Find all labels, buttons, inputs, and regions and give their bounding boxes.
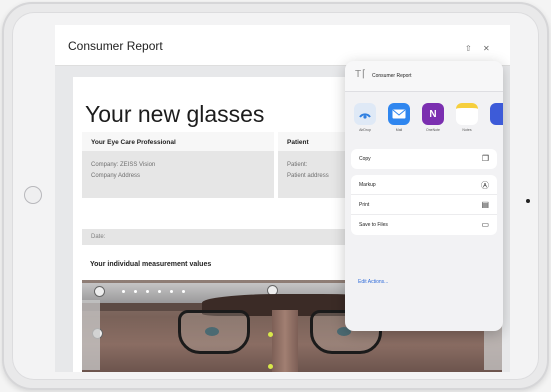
camera-dot [526, 199, 530, 203]
measurement-marker [268, 364, 273, 369]
measurement-marker [268, 332, 273, 337]
app-label: Notes [462, 128, 472, 132]
measurement-heading: Your individual measurement values [90, 261, 212, 268]
action-copy[interactable]: Copy ❐ [351, 149, 497, 169]
nose [272, 310, 298, 372]
eye-care-company: Company: ZEISS Vision [91, 162, 156, 168]
action-group-tools: Markup Ⓐ Print ▤ Save to Files ▭ [351, 175, 497, 235]
mail-icon [388, 103, 410, 125]
eye-care-heading: Your Eye Care Professional [82, 132, 274, 151]
print-icon: ▤ [481, 200, 489, 209]
ruler-dot [170, 290, 173, 293]
eye-care-card: Your Eye Care Professional Company: ZEIS… [82, 132, 274, 198]
home-button[interactable] [24, 186, 42, 204]
share-doc-title: Consumer Report [372, 73, 412, 79]
ruler-dot [122, 290, 125, 293]
folder-icon: ▭ [481, 220, 489, 229]
ruler-dot [182, 290, 185, 293]
report-window-title: Consumer Report [68, 39, 163, 53]
more-app-icon[interactable] [490, 103, 503, 125]
action-group-copy: Copy ❐ [351, 149, 497, 169]
ruler-dot [134, 290, 137, 293]
close-icon[interactable]: ✕ [483, 44, 490, 53]
share-sheet-header: T ⌈ Consumer Report [345, 61, 503, 92]
left-eye [205, 327, 219, 336]
action-label: Save to Files [359, 222, 388, 228]
app-label: Mail [395, 128, 403, 132]
action-label: Markup [359, 182, 376, 188]
clip-screw [94, 286, 105, 297]
action-markup[interactable]: Markup Ⓐ [351, 175, 497, 195]
side-clip [82, 300, 100, 370]
onenote-icon: N [422, 103, 444, 125]
ruler-dot [158, 290, 161, 293]
patient-address: Patient address [287, 173, 329, 179]
left-lens [178, 310, 250, 354]
report-header: Consumer Report ⇧ ✕ [55, 25, 510, 66]
app-label: OneNote [425, 128, 440, 132]
ruler-dot [146, 290, 149, 293]
action-print[interactable]: Print ▤ [351, 195, 497, 215]
copy-icon: ❐ [481, 154, 489, 163]
markup-icon: Ⓐ [481, 181, 489, 190]
screen: Consumer Report ⇧ ✕ Your new glasses You… [55, 25, 510, 372]
app-label: AirDrop [359, 128, 371, 132]
share-icon[interactable]: ⇧ [465, 44, 472, 53]
action-label: Copy [359, 156, 371, 162]
action-label: Print [359, 202, 370, 208]
patient-name: Patient: [287, 162, 308, 168]
document-icon: T ⌈ [355, 69, 366, 80]
edit-actions-link[interactable]: Edit Actions... [358, 279, 388, 285]
action-save-to-files[interactable]: Save to Files ▭ [351, 215, 497, 235]
eye-care-address: Company Address [91, 173, 141, 179]
page-title: Your new glasses [85, 101, 265, 127]
airdrop-icon [354, 103, 376, 125]
share-sheet: T ⌈ Consumer Report AirDrop Mail N OneNo… [345, 61, 503, 331]
share-app-row: AirDrop Mail N OneNote Notes [345, 95, 503, 143]
notes-icon [456, 103, 478, 125]
